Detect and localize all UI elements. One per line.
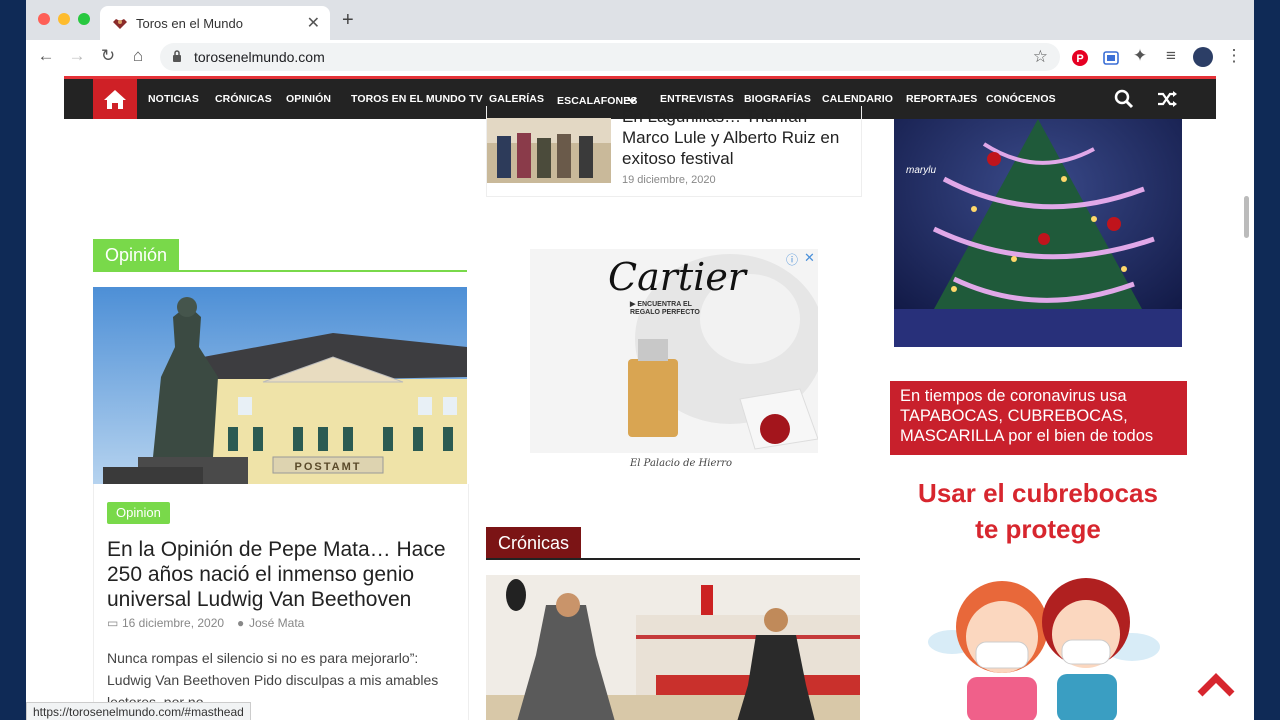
tab-strip: Toros en el Mundo ✕ + (26, 0, 1254, 40)
search-icon[interactable] (1114, 89, 1134, 109)
address-bar[interactable]: torosenelmundo.com ☆ (160, 43, 1060, 71)
minimize-window-button[interactable] (58, 13, 70, 25)
browser-tab[interactable]: Toros en el Mundo ✕ (100, 6, 330, 40)
scroll-to-top-icon[interactable] (1196, 670, 1236, 700)
news-headline[interactable]: En Lagunillas… Triunfan Marco Lule y Alb… (622, 106, 852, 169)
nav-conocenos[interactable]: CONÓCENOS (986, 93, 1056, 105)
cronicas-section-title[interactable]: Crónicas (486, 527, 582, 559)
ad-close-icon[interactable]: ✕ (804, 250, 815, 266)
coronavirus-banner[interactable]: En tiempos de coronavirus usa TAPABOCAS,… (890, 381, 1187, 455)
nav-opinion[interactable]: OPINIÓN (286, 93, 331, 105)
news-date[interactable]: 19 diciembre, 2020 (622, 174, 716, 186)
calendar-icon: ▭ (107, 616, 119, 630)
translate-extension-icon[interactable] (1102, 49, 1120, 67)
profile-avatar[interactable] (1193, 47, 1213, 67)
bull-favicon-icon (113, 19, 127, 29)
cubre-line-2: te protege (975, 514, 1101, 544)
ad-footer-logo: El Palacio de Hierro (630, 458, 732, 469)
maximize-window-button[interactable] (78, 13, 90, 25)
close-window-button[interactable] (38, 13, 50, 25)
section-divider (486, 558, 860, 560)
ad-info-icon[interactable]: ⓘ (786, 251, 798, 268)
shuffle-icon[interactable] (1156, 89, 1178, 109)
cartier-advertisement[interactable]: Cartier ▶ ENCUENTRA EL REGALO PERFECTO ⓘ… (530, 249, 818, 453)
extensions-puzzle-icon[interactable]: ✦ (1130, 46, 1150, 66)
reading-list-icon[interactable]: ≡ (1161, 46, 1181, 66)
tab-title: Toros en el Mundo (136, 16, 243, 31)
ad-tagline-2: REGALO PERFECTO (630, 309, 700, 316)
xmas-caption: marylu (906, 165, 936, 176)
children-illustration (928, 578, 1160, 720)
nav-toros-tv[interactable]: TOROS EN EL MUNDO TV (351, 93, 483, 105)
menu-dots-icon[interactable]: ⋮ (1224, 46, 1244, 66)
ad-brand: Cartier (608, 255, 746, 299)
user-icon: ● (237, 616, 245, 630)
browser-window: Toros en el Mundo ✕ + ← → ↻ ⌂ torosenelm… (26, 0, 1254, 720)
back-icon[interactable]: ← (36, 46, 56, 66)
scrollbar-thumb[interactable] (1244, 196, 1249, 238)
opinion-date[interactable]: 16 diciembre, 2020 (122, 616, 224, 630)
home-button[interactable] (93, 79, 137, 119)
beethoven-statue-image[interactable]: POSTAMT (93, 287, 467, 484)
bullfighters-image[interactable] (486, 575, 860, 720)
ad-tagline-1: ▶ ENCUENTRA EL (630, 301, 692, 308)
lock-icon (173, 50, 181, 62)
svg-text:P: P (1076, 53, 1083, 65)
nav-entrevistas[interactable]: ENTREVISTAS (660, 93, 734, 105)
status-bar-url: https://torosenelmundo.com/#masthead (26, 702, 251, 720)
christmas-tree-image[interactable]: marylu (894, 119, 1182, 347)
chevron-down-icon (627, 97, 637, 104)
bookmark-star-icon[interactable]: ☆ (1033, 47, 1048, 67)
nav-biografias[interactable]: BIOGRAFÍAS (744, 93, 811, 105)
opinion-section-title[interactable]: Opinión (93, 239, 180, 271)
cubre-line-1: Usar el cubrebocas (918, 478, 1158, 508)
nav-noticias[interactable]: NOTICIAS (148, 93, 199, 105)
browser-toolbar: ← → ↻ ⌂ torosenelmundo.com ☆ P ✦ ≡ ⋮ (26, 40, 1254, 77)
web-page: NOTICIAS CRÓNICAS OPINIÓN TOROS EN EL MU… (26, 76, 1254, 720)
url-text: torosenelmundo.com (194, 49, 325, 65)
home-icon (104, 90, 126, 109)
pinterest-icon[interactable]: P (1071, 49, 1089, 67)
cubrebocas-poster[interactable]: Usar el cubrebocas te protege (892, 472, 1184, 720)
nav-calendario[interactable]: CALENDARIO (822, 93, 893, 105)
section-divider (93, 270, 467, 272)
nav-cronicas[interactable]: CRÓNICAS (215, 93, 272, 105)
reload-icon[interactable]: ↻ (98, 46, 118, 66)
opinion-author[interactable]: José Mata (249, 616, 304, 630)
close-tab-icon[interactable]: ✕ (307, 13, 320, 33)
new-tab-button[interactable]: + (342, 9, 354, 32)
forward-icon[interactable]: → (67, 46, 87, 66)
postamt-sign: POSTAMT (295, 461, 362, 473)
nav-galerias[interactable]: GALERÍAS (489, 93, 544, 105)
category-badge[interactable]: Opinion (107, 502, 170, 524)
nav-reportajes[interactable]: REPORTAJES (906, 93, 977, 105)
opinion-headline[interactable]: En la Opinión de Pepe Mata… Hace 250 año… (107, 537, 457, 612)
home-icon[interactable]: ⌂ (128, 46, 148, 66)
festival-thumbnail-image[interactable] (487, 118, 611, 183)
